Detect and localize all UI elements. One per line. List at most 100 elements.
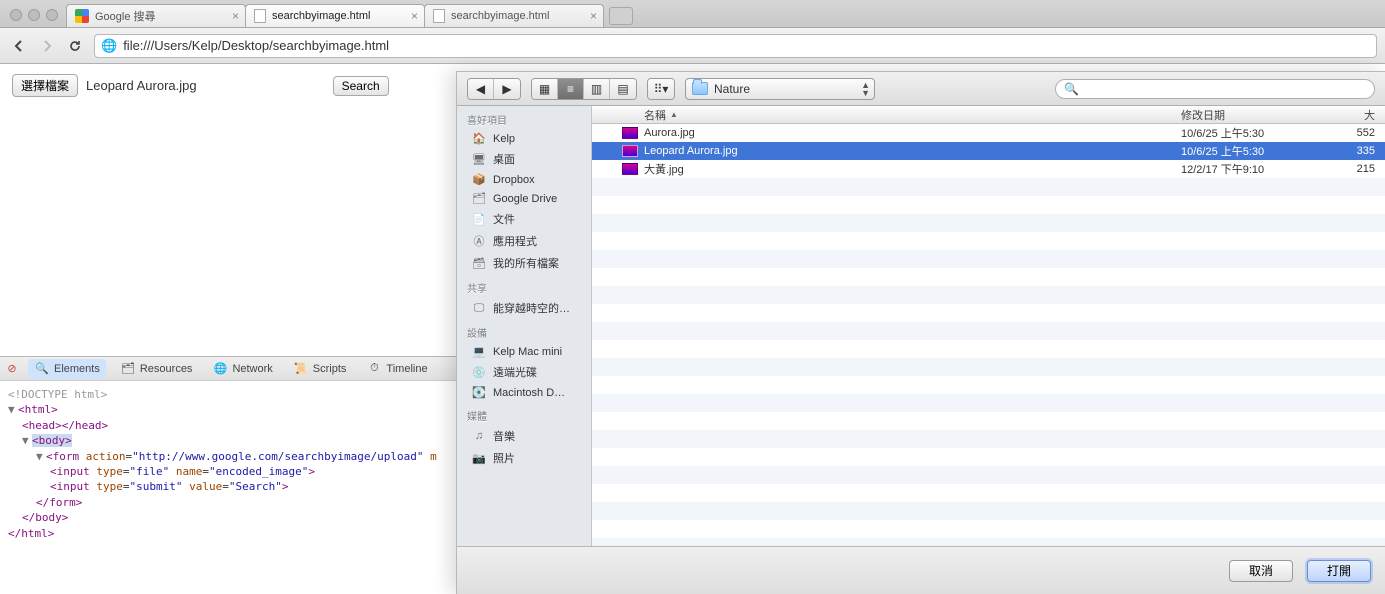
folder-dropdown[interactable]: Nature ▲▼ [685,78,875,100]
hdd-icon: 💽 [471,386,487,399]
close-tab-icon[interactable]: × [590,9,597,23]
sidebar-item[interactable]: 💿遠端光碟 [457,361,591,383]
file-row [592,538,1385,546]
file-row [592,412,1385,430]
open-button[interactable]: 打開 [1307,560,1371,582]
file-favicon-icon [254,9,266,23]
browser-tab-bar: Google 搜尋 × searchbyimage.html × searchb… [0,0,1385,28]
file-row [592,232,1385,250]
drive-icon: 🗂 [471,192,487,205]
devtools-tab-label: Network [232,363,272,375]
sidebar-item[interactable]: Ⓐ 應用程式 [457,230,591,252]
devtools-tab-scripts[interactable]: 📜 Scripts [287,359,353,379]
cancel-button[interactable]: 取消 [1229,560,1293,582]
sidebar-item[interactable]: 🖥桌面 [457,148,591,170]
arrange-button[interactable]: ⠿▾ [648,79,674,99]
devtools-tab-label: Scripts [313,363,347,375]
sidebar-item-label: 能穿越時空的… [493,300,570,316]
view-icons-button[interactable]: ▦ [532,79,558,99]
devtools-close-icon[interactable]: ⊘ [4,361,20,377]
dialog-sidebar: 喜好項目 🏠Kelp🖥桌面📦Dropbox 🗂 Google Drive 📄文件 Ⓐ 應用… [457,106,592,546]
file-row [592,358,1385,376]
url-text: file:///Users/Kelp/Desktop/searchbyimage… [123,38,389,53]
view-columns-button[interactable]: ▥ [584,79,610,99]
zoom-window-icon[interactable] [46,9,58,21]
file-date: 10/6/25 上午5:30 [1175,143,1325,159]
history-forward-button[interactable]: ▶ [494,79,520,99]
search-submit-button[interactable]: Search [333,76,389,96]
address-bar[interactable]: 🌐 file:///Users/Kelp/Desktop/searchbyima… [94,34,1377,58]
nav-history-control: ◀ ▶ [467,78,521,100]
sidebar-item[interactable]: 📦Dropbox [457,170,591,189]
code-input-name: encoded_image [216,465,302,478]
file-row[interactable]: 大黃.jpg12/2/17 下午9:10215 [592,160,1385,178]
devtools-dom-tree[interactable]: <!DOCTYPE html> ▼<html> <head></head> ▼<… [0,381,456,594]
close-tab-icon[interactable]: × [232,9,239,23]
file-row [592,520,1385,538]
view-list-button[interactable]: ≡ [558,79,584,99]
file-name: 大黃.jpg [644,161,1175,177]
sidebar-item-label: Macintosh D… [493,387,565,399]
view-coverflow-button[interactable]: ▤ [610,79,636,99]
minimize-window-icon[interactable] [28,9,40,21]
file-size: 552 [1325,127,1385,139]
choose-file-button[interactable]: 選擇檔案 [12,74,78,97]
devtools-tab-resources[interactable]: 🗂 Resources [114,359,199,379]
dialog-search-input[interactable]: 🔍 [1055,79,1375,99]
column-size-header[interactable]: 大 [1325,106,1385,123]
devtools-tab-elements[interactable]: 🔍 Elements [28,359,106,379]
devtools-tab-bar: ⊘ 🔍 Elements 🗂 Resources 🌐 Network 📜 Scr… [0,357,456,381]
file-row [592,502,1385,520]
sidebar-item-label: 音樂 [493,428,515,444]
file-thumbnail-icon [622,163,638,175]
doc-icon: 📄 [471,213,487,226]
devtools-tab-network[interactable]: 🌐 Network [206,359,278,379]
file-size: 215 [1325,163,1385,175]
sidebar-item[interactable]: 🖵能穿越時空的… [457,297,591,319]
tab-title: Google 搜尋 [95,8,156,24]
app-icon: Ⓐ [471,233,487,249]
sidebar-item[interactable]: ♫音樂 [457,425,591,447]
sidebar-item[interactable]: 📷照片 [457,447,591,469]
dialog-footer: 取消 打開 [457,546,1385,594]
file-row [592,376,1385,394]
browser-tab[interactable]: searchbyimage.html × [245,4,425,27]
forward-button[interactable] [36,35,58,57]
folder-name: Nature [714,82,750,96]
elements-icon: 🔍 [34,361,50,377]
column-date-header[interactable]: 修改日期 [1175,106,1325,123]
file-row [592,286,1385,304]
devtools-tab-label: Resources [140,363,193,375]
close-window-icon[interactable] [10,9,22,21]
sidebar-item-label: 應用程式 [493,233,537,249]
close-tab-icon[interactable]: × [411,9,418,23]
file-date: 10/6/25 上午5:30 [1175,125,1325,141]
sidebar-item[interactable]: 💽 Macintosh D… [457,383,591,402]
file-row[interactable]: Aurora.jpg10/6/25 上午5:30552 [592,124,1385,142]
photo-icon: 📷 [471,452,487,465]
reload-button[interactable] [64,35,86,57]
file-row[interactable]: Leopard Aurora.jpg10/6/25 上午5:30335 [592,142,1385,160]
sidebar-item[interactable]: 💻Kelp Mac mini [457,342,591,361]
back-button[interactable] [8,35,30,57]
sidebar-item[interactable]: 📄文件 [457,208,591,230]
column-date-label: 修改日期 [1181,107,1225,123]
sidebar-item-label: Google Drive [493,193,557,205]
dialog-search-field[interactable] [1085,82,1366,96]
new-tab-button[interactable] [609,7,633,25]
sidebar-item[interactable]: 🗃我的所有檔案 [457,252,591,274]
code-input-value: Search [236,480,276,493]
file-row [592,466,1385,484]
history-back-button[interactable]: ◀ [468,79,494,99]
sidebar-item[interactable]: 🏠Kelp [457,129,591,148]
file-row [592,322,1385,340]
browser-tab[interactable]: searchbyimage.html × [424,4,604,27]
sidebar-section-favorites: 喜好項目 [457,106,591,129]
devtools-tab-timeline[interactable]: ⏱ Timeline [360,359,433,379]
code-input-type: submit [136,480,176,493]
sidebar-item[interactable]: 🗂 Google Drive [457,189,591,208]
column-name-header[interactable]: 名稱 ▲ [592,106,1175,123]
file-row [592,250,1385,268]
sidebar-section-shared: 共享 [457,274,591,297]
browser-tab[interactable]: Google 搜尋 × [66,4,246,27]
